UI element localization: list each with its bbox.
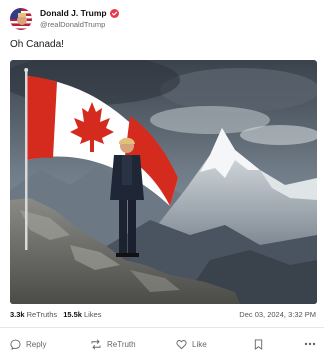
reply-label: Reply (26, 339, 47, 349)
truth-post: Donald J. Trump @realDonaldTrump Oh Cana… (0, 0, 324, 360)
author-handle[interactable]: @realDonaldTrump (40, 19, 119, 30)
reply-button[interactable]: Reply (10, 339, 90, 350)
retruth-label: ReTruth (107, 339, 136, 349)
retruth-icon (91, 339, 101, 349)
author-identity: Donald J. Trump @realDonaldTrump (40, 8, 119, 30)
author-name[interactable]: Donald J. Trump (40, 8, 107, 19)
more-icon (304, 342, 316, 346)
like-label: Like (192, 339, 207, 349)
bookmark-button[interactable] (254, 338, 294, 350)
post-text: Oh Canada! (10, 39, 64, 50)
retruths-label[interactable]: ReTruths (27, 310, 58, 319)
like-icon (176, 339, 187, 349)
like-button[interactable]: Like (176, 339, 254, 350)
retruth-button[interactable]: ReTruth (90, 339, 176, 350)
retruths-count[interactable]: 3.3k (10, 310, 25, 319)
likes-label[interactable]: Likes (84, 310, 102, 319)
more-options-button[interactable] (304, 342, 316, 346)
canadian-flag-mountain-image (10, 60, 317, 304)
flag-avatar-icon (10, 8, 32, 30)
avatar[interactable] (10, 8, 32, 30)
likes-count[interactable]: 15.5k (63, 310, 82, 319)
bookmark-icon (254, 338, 263, 350)
post-header: Donald J. Trump @realDonaldTrump (10, 8, 119, 30)
post-image[interactable] (10, 60, 317, 304)
verified-badge-icon (109, 9, 119, 18)
post-timestamp[interactable]: Dec 03, 2024, 3:32 PM (239, 310, 316, 319)
divider (0, 327, 324, 328)
post-stats: 3.3k ReTruths 15.5k Likes Dec 03, 2024, … (10, 310, 316, 319)
action-bar: Reply ReTruth Like (10, 336, 316, 352)
reply-icon (10, 339, 21, 350)
